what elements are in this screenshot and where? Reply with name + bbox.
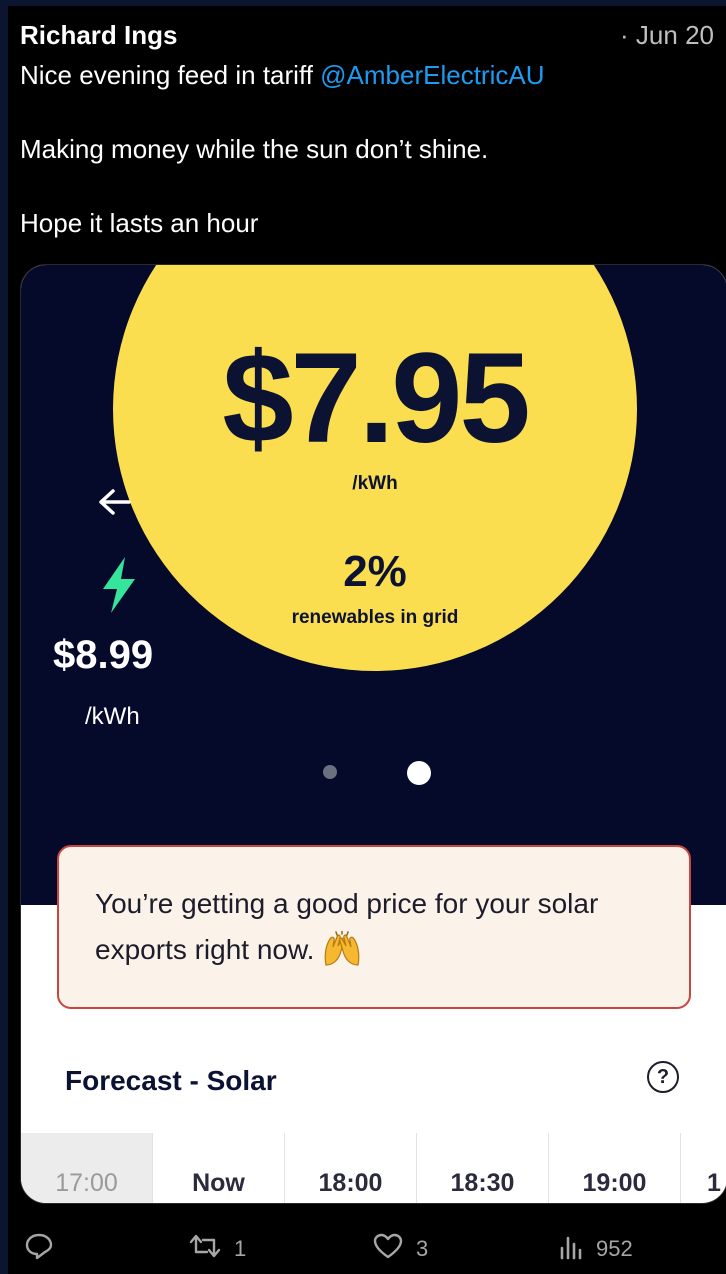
page-dot-active[interactable] xyxy=(407,761,431,785)
tweet-text-line-3: Hope it lasts an hour xyxy=(20,208,259,238)
renewables-percent: 2% xyxy=(343,547,407,596)
like-button[interactable]: 3 xyxy=(372,1232,428,1266)
views-button[interactable]: 952 xyxy=(558,1232,633,1266)
solar-notice: You’re getting a good price for your sol… xyxy=(57,845,691,1009)
time-slot[interactable]: 18:00 xyxy=(285,1133,417,1203)
like-count: 3 xyxy=(416,1236,429,1261)
time-slot[interactable]: 17:00 xyxy=(21,1133,153,1203)
media-screenshot[interactable]: $7.95 /kWh 2% renewables in grid $8.99 /… xyxy=(20,264,726,1204)
tweet-text-line-1: Nice evening feed in tariff @AmberElectr… xyxy=(20,60,544,91)
time-slot[interactable]: Now xyxy=(153,1133,285,1203)
notice-line-2: exports right now. xyxy=(95,927,653,973)
export-price-unit: /kWh xyxy=(352,473,398,494)
back-arrow-icon[interactable] xyxy=(97,487,133,526)
import-price: $8.99 xyxy=(53,633,154,677)
tweet-actions: 1 3 952 xyxy=(8,1224,726,1264)
retweet-count: 1 xyxy=(234,1236,247,1261)
notice-line-2-text: exports right now. xyxy=(95,934,315,965)
export-price: $7.95 xyxy=(222,327,530,470)
mention-link[interactable]: @AmberElectricAU xyxy=(320,60,544,90)
tweet-text-line-2: Making money while the sun don’t shine. xyxy=(20,134,489,164)
views-icon xyxy=(558,1232,584,1266)
question-mark-icon[interactable]: ? xyxy=(647,1061,679,1093)
reply-icon xyxy=(24,1232,54,1266)
tweet-date[interactable]: · Jun 20 xyxy=(620,20,714,51)
time-slot[interactable]: 1 xyxy=(681,1133,721,1203)
reply-button[interactable] xyxy=(24,1232,54,1266)
time-slot[interactable]: 19:00 xyxy=(549,1133,681,1203)
retweet-button[interactable]: 1 xyxy=(188,1232,246,1266)
tweet: Richard Ings · Jun 20 Nice evening feed … xyxy=(8,6,726,1274)
renewables-label: renewables in grid xyxy=(291,607,459,628)
page-dot-inactive[interactable] xyxy=(323,765,337,779)
time-slot[interactable]: 18:30 xyxy=(417,1133,549,1203)
retweet-icon xyxy=(188,1232,222,1266)
raising-hands-emoji-icon xyxy=(322,930,362,967)
price-panel: $7.95 /kWh 2% renewables in grid $8.99 /… xyxy=(21,265,726,905)
forecast-time-row: 17:00 Now 18:00 18:30 19:00 1 xyxy=(21,1133,726,1203)
like-icon xyxy=(372,1232,404,1266)
views-count: 952 xyxy=(596,1236,633,1261)
tweet-text-part: Nice evening feed in tariff xyxy=(20,60,321,90)
lightning-bolt-icon xyxy=(99,557,139,618)
author-name[interactable]: Richard Ings xyxy=(20,20,177,51)
notice-line-1: You’re getting a good price for your sol… xyxy=(95,888,599,919)
import-price-unit: /kWh xyxy=(85,703,140,730)
forecast-title: Forecast - Solar xyxy=(65,1065,277,1096)
